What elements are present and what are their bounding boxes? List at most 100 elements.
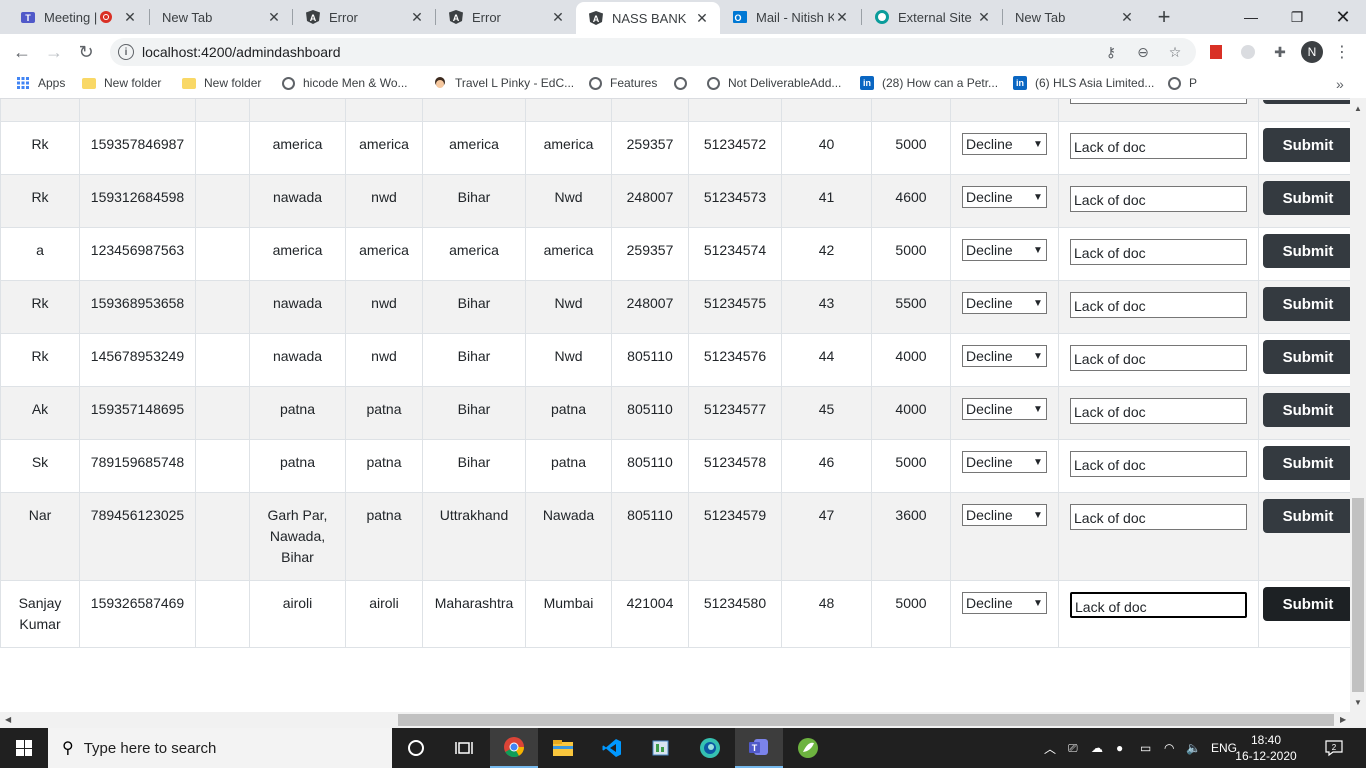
new-tab-button[interactable]: + [1153,4,1175,29]
edge-icon[interactable] [686,728,734,768]
tab-mail[interactable]: O Mail - Nitish K ✕ [720,0,860,34]
reason-input[interactable]: Lack of doc [1070,451,1247,477]
back-button[interactable]: ← [8,38,36,66]
bookmark-unnamed[interactable] [673,76,695,90]
reason-input-partial[interactable] [1070,99,1247,104]
status-select[interactable]: Decline ▼ [962,504,1047,526]
address-bar[interactable]: i localhost:4200/admindashboard ⚷ ⊖ ☆ [110,38,1196,66]
close-icon[interactable]: ✕ [834,9,850,25]
bookmark-features[interactable]: Features [588,76,657,90]
task-manager-icon[interactable] [637,728,685,768]
cortana-icon[interactable] [392,728,440,768]
teams-icon[interactable]: T [735,728,783,768]
key-icon[interactable]: ⚷ [1102,44,1120,60]
submit-button[interactable]: Submit [1263,181,1350,215]
submit-button[interactable]: Submit [1263,234,1350,268]
menu-kebab-icon[interactable]: ⋮ [1332,42,1352,62]
bookmark-folder[interactable]: New folder [82,76,161,90]
submit-button[interactable]: Submit [1263,587,1350,621]
system-clock[interactable]: 18:40 16-12-2020 [1234,732,1298,764]
notification-center-icon[interactable]: 2 [1322,738,1346,758]
tab-nass-bank[interactable]: A NASS BANK ✕ [576,2,720,34]
bookmark-linkedin[interactable]: in (6) HLS Asia Limited... [1013,76,1154,90]
info-icon[interactable]: i [118,44,134,60]
close-icon[interactable]: ✕ [122,9,138,25]
vertical-scrollbar[interactable]: ▲ ▼ [1350,98,1366,712]
submit-button[interactable]: Submit [1263,287,1350,321]
bookmark-star-icon[interactable]: ☆ [1166,44,1184,60]
scroll-right-icon[interactable]: ▶ [1340,715,1346,724]
status-select[interactable]: Decline ▼ [962,133,1047,155]
taskbar-search[interactable]: ⚲ Type here to search [48,728,392,768]
camera-icon[interactable]: ⎚ [1068,728,1078,768]
tab-new-tab[interactable]: New Tab ✕ [150,0,292,34]
reason-input[interactable]: Lack of doc [1070,186,1247,212]
scroll-up-icon[interactable]: ▲ [1354,104,1362,113]
task-view-icon[interactable] [440,728,488,768]
scroll-thumb[interactable] [398,714,1334,726]
status-select[interactable]: Decline ▼ [962,398,1047,420]
reason-input[interactable]: Lack of doc [1070,133,1247,159]
reason-input[interactable]: Lack of doc [1070,292,1247,318]
onedrive-icon[interactable]: ☁ [1091,728,1103,768]
pdf-extension-icon[interactable] [1206,42,1226,62]
tab-external-site[interactable]: External Site ✕ [862,0,1002,34]
reason-input[interactable]: Lack of doc [1070,398,1247,424]
vscode-icon[interactable] [588,728,636,768]
wifi-icon[interactable]: ◠ [1164,728,1174,768]
submit-button-partial[interactable] [1263,100,1350,104]
submit-button[interactable]: Submit [1263,393,1350,427]
close-icon[interactable]: ✕ [409,9,425,25]
close-icon[interactable]: ✕ [1119,9,1135,25]
tab-new-tab[interactable]: New Tab ✕ [1003,0,1145,34]
horizontal-scrollbar[interactable]: ◀ ▶ [0,712,1366,728]
reason-input[interactable]: Lack of doc [1070,345,1247,371]
tab-error[interactable]: A Error ✕ [293,0,435,34]
reason-input[interactable]: Lack of doc [1070,239,1247,265]
battery-icon[interactable]: ▭ [1140,728,1151,768]
status-select[interactable]: Decline ▼ [962,345,1047,367]
submit-button[interactable]: Submit [1263,499,1350,533]
volume-icon[interactable]: 🔈 [1186,728,1201,768]
status-select[interactable]: Decline ▼ [962,592,1047,614]
chrome-icon[interactable] [490,728,538,768]
status-select[interactable]: Decline ▼ [962,239,1047,261]
scroll-left-icon[interactable]: ◀ [5,715,11,724]
zoom-icon[interactable]: ⊖ [1134,44,1152,60]
show-hidden-icons[interactable]: ︿ [1044,728,1056,768]
extension-icon[interactable] [1238,42,1258,62]
status-select[interactable]: Decline ▼ [962,186,1047,208]
tab-error[interactable]: A Error ✕ [436,0,576,34]
spring-icon[interactable] [784,728,832,768]
submit-button[interactable]: Submit [1263,340,1350,374]
reason-input[interactable]: Lack of doc [1070,504,1247,530]
reload-button[interactable]: ↻ [72,38,100,66]
minimize-button[interactable]: — [1228,0,1274,34]
profile-avatar[interactable]: N [1301,41,1323,63]
bookmark-hicode[interactable]: hicode Men & Wo... [281,76,408,90]
microphone-icon[interactable]: ● [1116,728,1123,768]
file-explorer-icon[interactable] [539,728,587,768]
bookmark-not-deliverable[interactable]: Not DeliverableAdd... [706,76,841,90]
submit-button[interactable]: Submit [1263,446,1350,480]
submit-button[interactable]: Submit [1263,128,1350,162]
bookmark-apps[interactable]: Apps [16,76,65,90]
close-icon[interactable]: ✕ [976,9,992,25]
status-select[interactable]: Decline ▼ [962,292,1047,314]
close-window-button[interactable]: ✕ [1320,0,1366,34]
close-icon[interactable]: ✕ [550,9,566,25]
bookmark-folder[interactable]: New folder [182,76,261,90]
bookmark-linkedin[interactable]: in (28) How can a Petr... [860,76,998,90]
restore-button[interactable]: ❐ [1274,0,1320,34]
close-icon[interactable]: ✕ [266,9,282,25]
reason-input[interactable]: Lack of doc [1070,592,1247,618]
more-bookmarks-icon[interactable]: » [1336,76,1344,92]
start-button[interactable] [0,728,48,768]
forward-button[interactable]: → [40,38,68,66]
extensions-puzzle-icon[interactable]: ✚ [1270,42,1290,62]
bookmark-travel[interactable]: Travel L Pinky - EdC... [433,76,574,90]
scroll-thumb[interactable] [1352,498,1364,692]
bookmark-p[interactable]: P [1167,76,1197,90]
status-select[interactable]: Decline ▼ [962,451,1047,473]
close-icon[interactable]: ✕ [694,10,710,26]
